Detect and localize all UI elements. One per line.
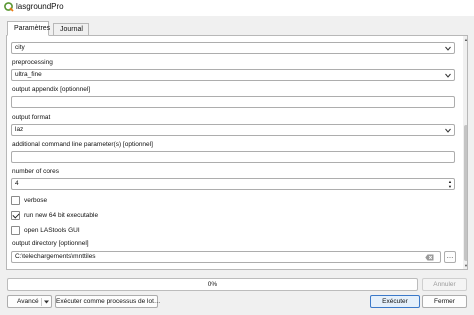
cancel-button[interactable]: Annuler [422, 278, 467, 291]
preprocessing-label: preprocessing [12, 59, 53, 66]
output-format-combo[interactable]: laz [11, 124, 455, 136]
window-title: lasgroundPro [16, 2, 64, 11]
progress-bar: 0% [7, 278, 418, 291]
vertical-scrollbar[interactable]: ▲ ▼ [463, 36, 467, 269]
close-button[interactable]: Fermer [422, 295, 467, 308]
title-bar: lasgroundPro [0, 0, 474, 16]
scroll-up-icon[interactable]: ▲ [463, 37, 467, 42]
output-appendix-label: output appendix [optionnel] [12, 86, 91, 93]
scroll-down-icon[interactable]: ▼ [463, 263, 467, 268]
output-format-label: output format [12, 114, 51, 121]
mode-combo[interactable]: city [11, 42, 455, 54]
mode-combo-value: city [15, 44, 25, 51]
advanced-button[interactable]: Avancé [7, 295, 52, 308]
additional-cmd-label: additional command line parameter(s) [op… [12, 141, 153, 148]
output-appendix-input[interactable] [11, 96, 455, 108]
run-button[interactable]: Exécuter [370, 295, 420, 308]
run-64bit-checkbox[interactable] [11, 211, 20, 220]
progress-text: 0% [207, 281, 218, 288]
clear-icon[interactable] [425, 254, 434, 261]
open-gui-label: open LAStools GUI [24, 227, 80, 234]
chevron-down-icon [445, 73, 451, 78]
output-format-value: laz [15, 126, 24, 133]
number-of-cores-spinbox[interactable]: 4 ▲ ▼ [11, 178, 455, 190]
verbose-label: verbose [24, 197, 48, 204]
run-64bit-label: run new 64 bit executable [24, 212, 99, 219]
output-directory-value: C:\telechargements\mnttiles [15, 253, 96, 260]
advanced-divider [41, 298, 42, 306]
number-of-cores-value: 4 [15, 180, 19, 187]
spin-down-icon[interactable]: ▼ [448, 184, 452, 189]
scrollbar-thumb[interactable] [464, 125, 467, 261]
open-gui-checkbox[interactable] [11, 226, 20, 235]
preprocessing-value: ultra_fine [15, 71, 42, 78]
additional-cmd-input[interactable] [11, 151, 455, 163]
tab-parametres[interactable]: Paramètres [7, 21, 50, 36]
preprocessing-combo[interactable]: ultra_fine [11, 69, 455, 81]
output-directory-label: output directory [optionnel] [12, 240, 89, 247]
browse-button[interactable]: … [444, 251, 456, 263]
dropdown-arrow-icon[interactable] [44, 300, 49, 304]
output-directory-input[interactable]: C:\telechargements\mnttiles [11, 251, 441, 263]
chevron-down-icon [445, 128, 451, 133]
advanced-label: Avancé [17, 298, 39, 305]
number-of-cores-label: number of cores [12, 168, 59, 175]
run-as-batch-button[interactable]: Exécuter comme processus de lot… [55, 295, 160, 308]
chevron-down-icon [445, 46, 451, 51]
parameters-panel: city preprocessing ultra_fine output app… [6, 35, 468, 270]
verbose-checkbox[interactable] [11, 196, 20, 205]
qgis-logo-icon [4, 2, 14, 12]
